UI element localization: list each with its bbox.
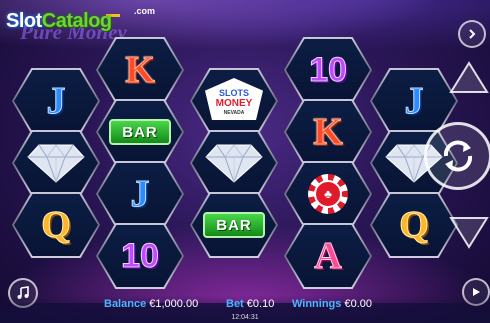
diamond-icon xyxy=(205,144,263,183)
symbol-j: J xyxy=(404,80,424,123)
symbol-a: A xyxy=(314,235,342,278)
symbol-10: 10 xyxy=(309,50,348,89)
symbol-bar: BAR xyxy=(109,119,171,145)
chevron-right-icon xyxy=(469,29,476,39)
spin-button[interactable] xyxy=(424,122,490,190)
bet-display: Bet €0.10 xyxy=(226,298,274,310)
winnings-value: €0.00 xyxy=(344,298,372,310)
menu-button[interactable] xyxy=(458,20,486,48)
symbol-q: Q xyxy=(41,204,72,247)
poker-chip-icon: ♣ xyxy=(308,174,348,214)
reel-symbol: J xyxy=(372,70,456,132)
triangle-up-icon xyxy=(449,61,489,93)
bet-up-button[interactable] xyxy=(448,60,490,96)
site-logo-part-a: Slot xyxy=(6,10,42,32)
reel-symbol: Q xyxy=(372,194,456,256)
balance-label: Balance xyxy=(104,298,147,310)
club-icon: ♣ xyxy=(314,180,342,208)
reel-symbol: K xyxy=(98,39,182,101)
triangle-down-icon xyxy=(449,217,489,249)
symbol-j: J xyxy=(46,80,66,123)
clock: 12:04:31 xyxy=(231,314,259,321)
site-logo: SlotCatalog xyxy=(6,10,112,33)
diamond-icon xyxy=(27,144,85,183)
bet-down-button[interactable] xyxy=(448,214,490,250)
reel-symbol: A xyxy=(286,225,370,287)
slots-money-sign: SLOTS MONEY NEVADA xyxy=(203,78,265,124)
winnings-label: Winnings xyxy=(292,298,342,310)
reel-grid: J Q K BAR J 10 SLOTS MONEY NEVADA BAR 10 K ♣ A J Q xyxy=(12,37,458,292)
symbol-diamond xyxy=(192,132,276,194)
reel-symbol: 10 xyxy=(286,39,370,101)
symbol-bar: BAR xyxy=(203,212,265,238)
reel-symbol: Q xyxy=(14,194,98,256)
symbol-k: K xyxy=(313,111,344,154)
spin-arrows-icon xyxy=(443,140,473,172)
bet-label: Bet xyxy=(226,298,244,310)
winnings-display: Winnings €0.00 xyxy=(292,298,372,310)
sign-line-3: NEVADA xyxy=(223,110,245,116)
symbol-j: J xyxy=(130,173,150,216)
sign-line-2: MONEY xyxy=(215,98,253,109)
reel-symbol: 10 xyxy=(98,225,182,287)
site-logo-suffix: .com xyxy=(134,6,156,16)
symbol-k: K xyxy=(125,49,156,92)
reel-symbol: BAR xyxy=(98,101,182,163)
reel-symbol: J xyxy=(14,70,98,132)
symbol-poker-chip: ♣ xyxy=(286,163,370,225)
reel-symbol: BAR xyxy=(192,194,276,256)
reel-symbol: J xyxy=(98,163,182,225)
game-stage: Pure Money SlotCatalog .com J Q K BAR J 10 SLO… xyxy=(0,0,490,323)
symbol-10: 10 xyxy=(121,236,160,275)
reel-symbol: K xyxy=(286,101,370,163)
site-logo-part-b: Catalog xyxy=(41,10,112,32)
balance-value: €1,000.00 xyxy=(149,298,199,310)
balance-display: Balance €1,000.00 xyxy=(104,298,198,310)
symbol-q: Q xyxy=(399,204,430,247)
bet-value: €0.10 xyxy=(246,298,275,310)
symbol-diamond xyxy=(14,132,98,194)
symbol-wild-sign: SLOTS MONEY NEVADA xyxy=(192,70,276,132)
sign-line-1: SLOTS xyxy=(218,88,249,98)
